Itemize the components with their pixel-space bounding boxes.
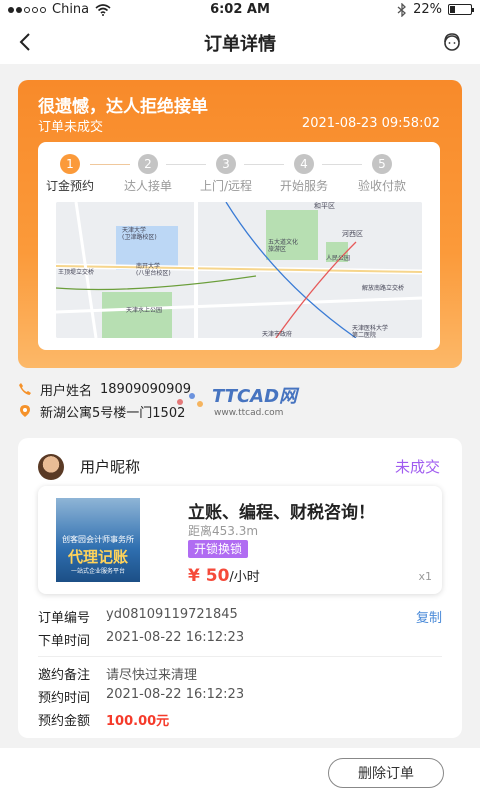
page-title: 订单详情 [204, 34, 276, 55]
site-watermark: TTCAD网 www.ttcad.com [170, 382, 320, 422]
map-label-f: 王顶堤立交桥 [58, 268, 94, 276]
map-label-g: 天津水上公园 [126, 306, 162, 314]
bottom-bar: 删除订单 [0, 748, 480, 800]
divider [38, 656, 442, 657]
order-detail-card: 用户昵称 未成交 创客园会计师事务所 代理记账 一站式企业服务平台 立账、编程、… [18, 438, 462, 738]
watermark-url: www.ttcad.com [214, 408, 283, 418]
avatar [38, 454, 64, 480]
location-pin-icon [20, 405, 30, 417]
step-2: 2 达人接单 [108, 154, 188, 194]
map-label-h: 人民公园 [326, 255, 350, 262]
progress-panel: 1 订金预约 2 达人接单 3 上门/远程 4 开始服务 5 验收付款 天津大学… [38, 142, 440, 350]
service-tag: 开锁换锁 [188, 540, 249, 558]
service-distance: 距离453.3m [188, 524, 259, 538]
service-title: 立账、编程、财税咨询！ [188, 503, 375, 523]
service-quantity: x1 [418, 570, 432, 583]
order-number: yd08109119721845 [106, 607, 238, 622]
step-5: 5 验收付款 [342, 154, 422, 194]
amount-row: 预约金额 100.00元 [38, 710, 169, 729]
deposit-amount: 100.00元 [106, 714, 170, 729]
order-time-row: 下单时间 2021-08-22 16:12:23 [38, 630, 245, 649]
deal-status: 未成交 [394, 458, 440, 476]
watermark-brand: TTCAD网 [212, 386, 300, 407]
remark-row: 邀约备注 请尽快过来清理 [38, 668, 198, 683]
nav-bar: 订单详情 [0, 20, 480, 64]
delete-order-button[interactable]: 删除订单 [328, 758, 444, 788]
bluetooth-icon [397, 2, 407, 17]
map-label-k: 天津市政府 [262, 330, 292, 338]
service-thumbnail: 创客园会计师事务所 代理记账 一站式企业服务平台 [56, 498, 140, 582]
order-status-time: 2021-08-23 09:58:02 [301, 116, 440, 131]
location-map[interactable]: 天津大学(卫津路校区) 南开大学(八里台校区) 五大道文化旅游区 河西区 和平区… [56, 202, 422, 338]
battery-icon [448, 4, 474, 15]
appointment-time-row: 预约时间 2021-08-22 16:12:23 [38, 687, 245, 706]
user-nickname: 用户昵称 [80, 458, 141, 476]
map-label-d: 河西区 [342, 230, 363, 238]
order-number-row: 订单编号 yd08109119721845 [38, 607, 238, 626]
step-4: 4 开始服务 [264, 154, 344, 194]
map-label-e: 和平区 [314, 202, 335, 210]
customer-service-icon[interactable] [440, 30, 464, 54]
status-bar: China 6:02 AM 22% [0, 0, 480, 20]
user-address: 新湖公寓5号楼一门1502 [40, 405, 186, 421]
progress-steps: 1 订金预约 2 达人接单 3 上门/远程 4 开始服务 5 验收付款 [38, 154, 440, 194]
contact-info: 用户姓名 18909090909 新湖公寓5号楼一门1502 [18, 378, 191, 422]
order-status-text: 订单未成交 [38, 120, 104, 135]
step-1: 1 订金预约 [30, 154, 110, 194]
map-label-i: 解放南路立交桥 [362, 284, 404, 292]
step-3: 3 上门/远程 [186, 154, 266, 194]
rejection-headline: 很遗憾，达人拒绝接单 [38, 97, 208, 117]
battery-percent: 22% [413, 2, 442, 17]
phone-icon [19, 383, 31, 395]
copy-button[interactable]: 复制 [416, 607, 442, 626]
order-status-card: 很遗憾，达人拒绝接单 订单未成交 2021-08-23 09:58:02 1 订… [18, 80, 462, 368]
user-name-label: 用户姓名 [40, 383, 93, 399]
service-item-card[interactable]: 创客园会计师事务所 代理记账 一站式企业服务平台 立账、编程、财税咨询！ 距离4… [38, 486, 442, 594]
service-price: ¥ 50/小时 [188, 566, 260, 586]
